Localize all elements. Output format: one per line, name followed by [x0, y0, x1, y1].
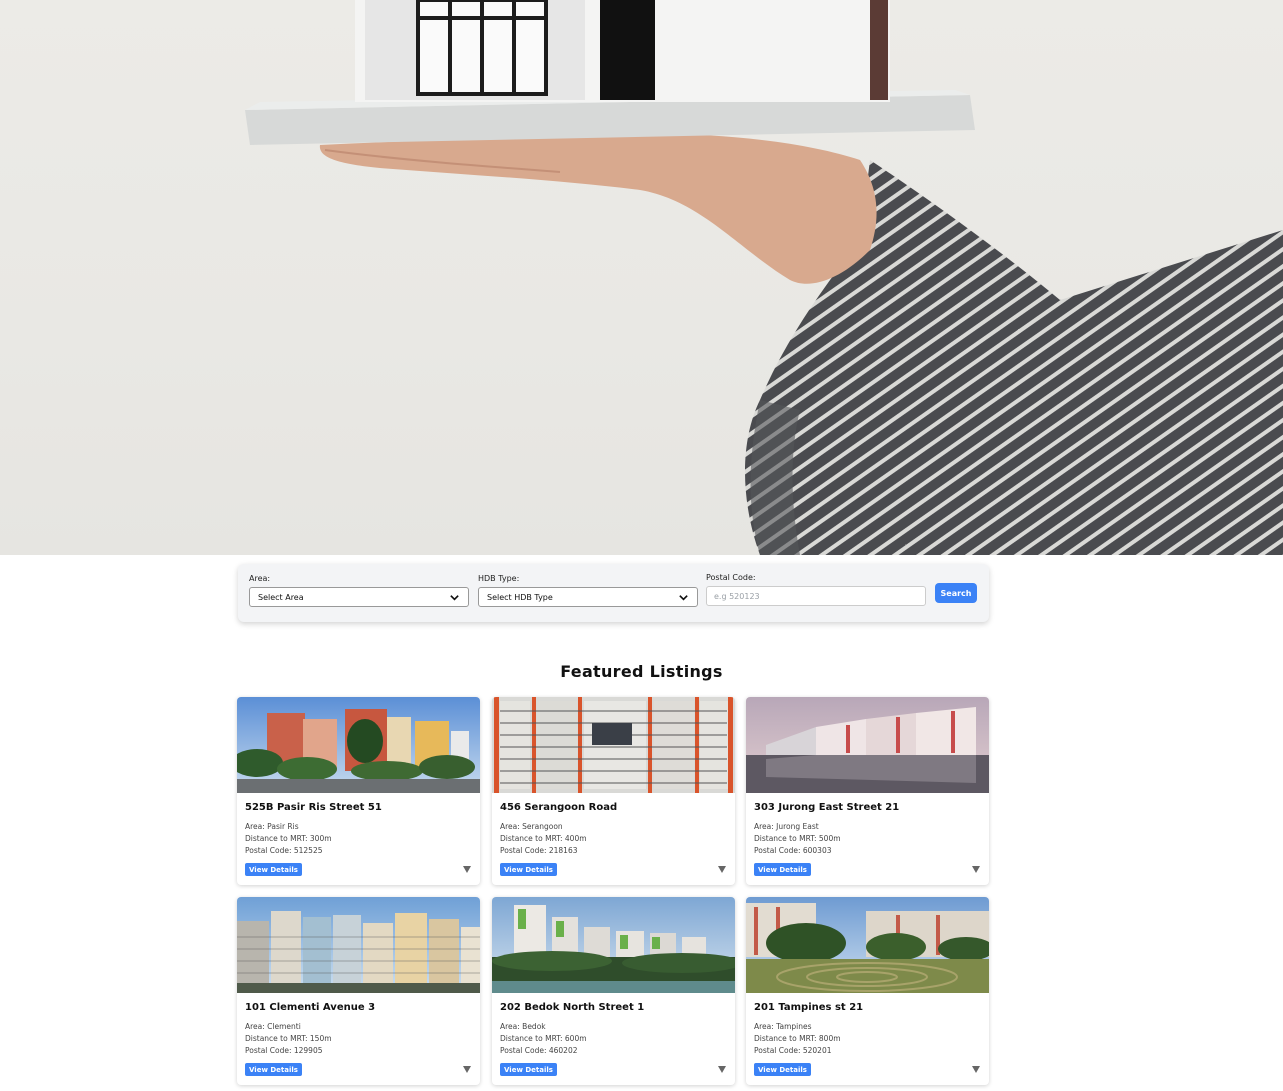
hdb-type-select[interactable]: Select HDB Type: [478, 587, 698, 607]
listing-photo: [492, 897, 735, 993]
listing-card: 303 Jurong East Street 21 Area: Jurong E…: [746, 697, 989, 885]
listing-photo: [237, 897, 480, 993]
listing-card: 525B Pasir Ris Street 51 Area: Pasir Ris…: [237, 697, 480, 885]
expand-toggle-icon[interactable]: [718, 1066, 726, 1073]
postal-code-placeholder: e.g 520123: [714, 591, 760, 601]
listing-name: 525B Pasir Ris Street 51: [245, 802, 382, 813]
listing-area: Area: Jurong East: [754, 822, 819, 831]
listing-name: 303 Jurong East Street 21: [754, 802, 900, 813]
listing-card: 202 Bedok North Street 1 Area: Bedok Dis…: [492, 897, 735, 1085]
listing-area: Area: Pasir Ris: [245, 822, 299, 831]
listing-photo: [237, 697, 480, 793]
hero-banner: [0, 0, 1283, 555]
hdb-type-field: HDB Type: Select HDB Type: [478, 574, 698, 607]
listing-card: 101 Clementi Avenue 3 Area: Clementi Dis…: [237, 897, 480, 1085]
listing-area: Area: Clementi: [245, 1022, 301, 1031]
listing-mrt-distance: Distance to MRT: 500m: [754, 834, 841, 843]
area-label: Area:: [249, 574, 271, 583]
listing-card: 201 Tampines st 21 Area: Tampines Distan…: [746, 897, 989, 1085]
listing-name: 202 Bedok North Street 1: [500, 1002, 645, 1013]
listing-mrt-distance: Distance to MRT: 400m: [500, 834, 587, 843]
listing-area: Area: Serangoon: [500, 822, 563, 831]
area-select-value: Select Area: [258, 592, 304, 602]
listing-mrt-distance: Distance to MRT: 300m: [245, 834, 332, 843]
listing-mrt-distance: Distance to MRT: 800m: [754, 1034, 841, 1043]
listing-postal-code: Postal Code: 460202: [500, 1046, 578, 1055]
listing-card: 456 Serangoon Road Area: Serangoon Dista…: [492, 697, 735, 885]
view-details-button[interactable]: View Details: [245, 863, 302, 876]
view-details-button[interactable]: View Details: [500, 863, 557, 876]
expand-toggle-icon[interactable]: [972, 1066, 980, 1073]
view-details-button[interactable]: View Details: [500, 1063, 557, 1076]
listing-mrt-distance: Distance to MRT: 600m: [500, 1034, 587, 1043]
hero-image: [245, 0, 1283, 555]
listing-postal-code: Postal Code: 129905: [245, 1046, 323, 1055]
postal-code-input[interactable]: e.g 520123: [706, 586, 926, 606]
listing-postal-code: Postal Code: 512525: [245, 846, 323, 855]
listing-postal-code: Postal Code: 218163: [500, 846, 578, 855]
listing-photo: [746, 897, 989, 993]
postal-code-field: Postal Code: e.g 520123: [706, 573, 926, 606]
chevron-down-icon: [679, 594, 688, 601]
hdb-type-select-value: Select HDB Type: [487, 592, 553, 602]
listing-mrt-distance: Distance to MRT: 150m: [245, 1034, 332, 1043]
listing-area: Area: Bedok: [500, 1022, 546, 1031]
expand-toggle-icon[interactable]: [718, 866, 726, 873]
expand-toggle-icon[interactable]: [463, 1066, 471, 1073]
listing-photo: [492, 697, 735, 793]
view-details-button[interactable]: View Details: [245, 1063, 302, 1076]
area-select[interactable]: Select Area: [249, 587, 469, 607]
expand-toggle-icon[interactable]: [972, 866, 980, 873]
listing-name: 101 Clementi Avenue 3: [245, 1002, 376, 1013]
listing-postal-code: Postal Code: 520201: [754, 1046, 832, 1055]
listing-name: 201 Tampines st 21: [754, 1002, 864, 1013]
expand-toggle-icon[interactable]: [463, 866, 471, 873]
featured-listings-title: Featured Listings: [560, 662, 723, 681]
view-details-button[interactable]: View Details: [754, 1063, 811, 1076]
listing-area: Area: Tampines: [754, 1022, 812, 1031]
postal-code-label: Postal Code:: [706, 573, 756, 582]
area-field: Area: Select Area: [249, 574, 469, 607]
search-button[interactable]: Search: [935, 583, 977, 603]
search-panel: Area: Select Area HDB Type: Select HDB T…: [238, 564, 989, 622]
view-details-button[interactable]: View Details: [754, 863, 811, 876]
chevron-down-icon: [450, 594, 459, 601]
listing-postal-code: Postal Code: 600303: [754, 846, 832, 855]
hdb-type-label: HDB Type:: [478, 574, 520, 583]
listing-name: 456 Serangoon Road: [500, 802, 618, 813]
listing-photo: [746, 697, 989, 793]
